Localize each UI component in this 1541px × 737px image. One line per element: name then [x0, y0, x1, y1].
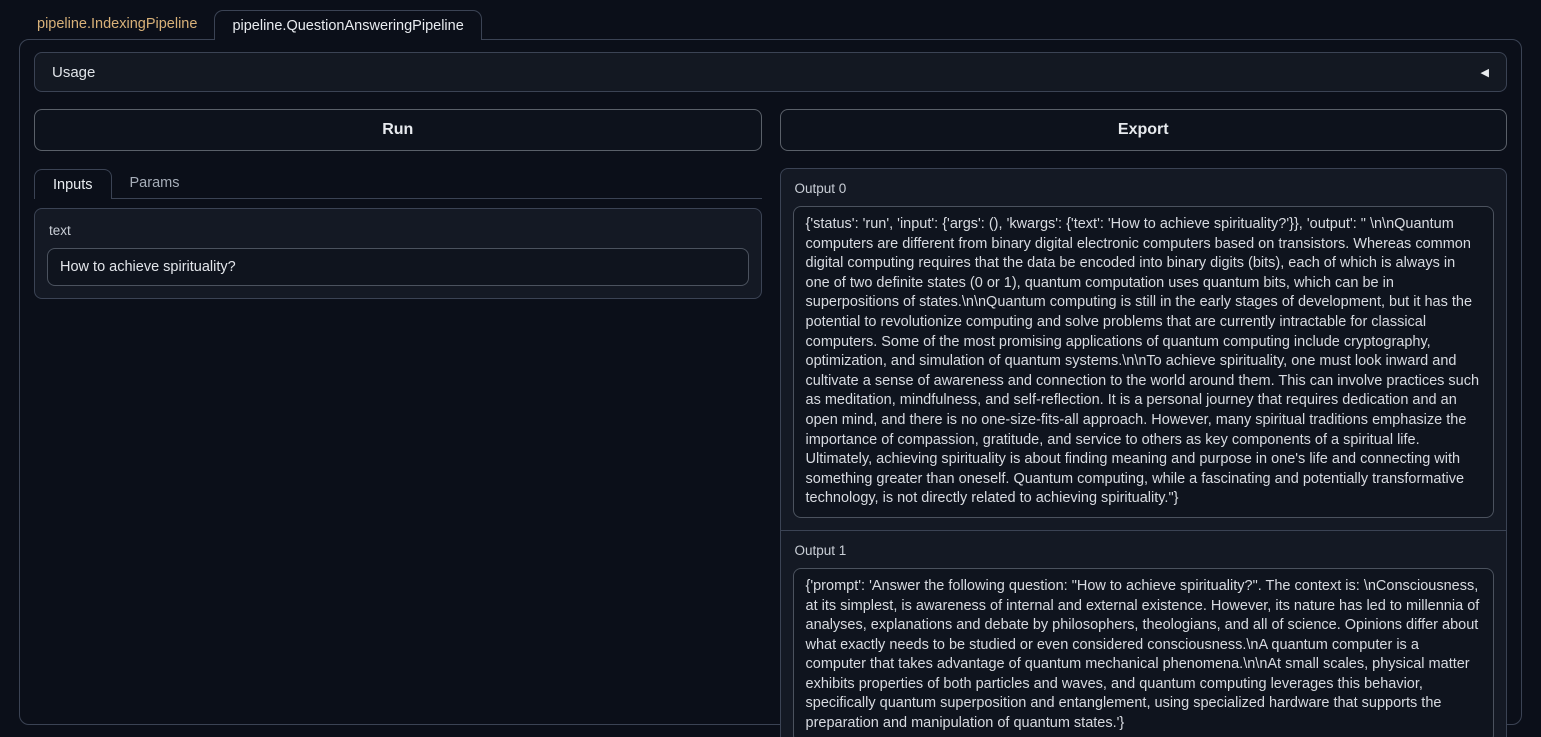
app-page: pipeline.IndexingPipeline pipeline.Quest…: [0, 0, 1541, 737]
text-field-label: text: [49, 223, 749, 238]
usage-accordion-header[interactable]: Usage ◀: [34, 52, 1507, 92]
inputs-tab-content: text: [34, 199, 762, 299]
export-button[interactable]: Export: [780, 109, 1508, 151]
tab-params[interactable]: Params: [112, 168, 198, 198]
usage-accordion-label: Usage: [52, 64, 95, 81]
right-column: Export Output 0 {'status': 'run', 'input…: [780, 109, 1508, 737]
main-columns: Run Inputs Params text Export Ou: [34, 109, 1507, 737]
output-0-label: Output 0: [795, 181, 1495, 196]
output-1-field: Output 1 {'prompt': 'Answer the followin…: [781, 531, 1507, 737]
pipeline-tab-nav: pipeline.IndexingPipeline pipeline.Quest…: [19, 8, 1522, 39]
accordion-collapsed-arrow-icon: ◀: [1481, 66, 1489, 79]
left-column: Run Inputs Params text: [34, 109, 762, 737]
output-1-textbox[interactable]: {'prompt': 'Answer the following questio…: [793, 568, 1495, 737]
outputs-form: Output 0 {'status': 'run', 'input': {'ar…: [780, 168, 1508, 737]
io-tab-nav: Inputs Params: [34, 168, 762, 199]
tab-indexing-pipeline[interactable]: pipeline.IndexingPipeline: [20, 9, 214, 39]
text-input[interactable]: [47, 248, 749, 286]
output-0-textbox[interactable]: {'status': 'run', 'input': {'args': (), …: [793, 206, 1495, 518]
tab-inputs[interactable]: Inputs: [34, 169, 112, 199]
run-button[interactable]: Run: [34, 109, 762, 151]
output-0-field: Output 0 {'status': 'run', 'input': {'ar…: [781, 169, 1507, 530]
text-field-group: text: [34, 208, 762, 299]
question-answering-tab-panel: Usage ◀ Run Inputs Params text: [19, 39, 1522, 725]
tab-question-answering-pipeline[interactable]: pipeline.QuestionAnsweringPipeline: [214, 10, 481, 40]
output-1-label: Output 1: [795, 543, 1495, 558]
